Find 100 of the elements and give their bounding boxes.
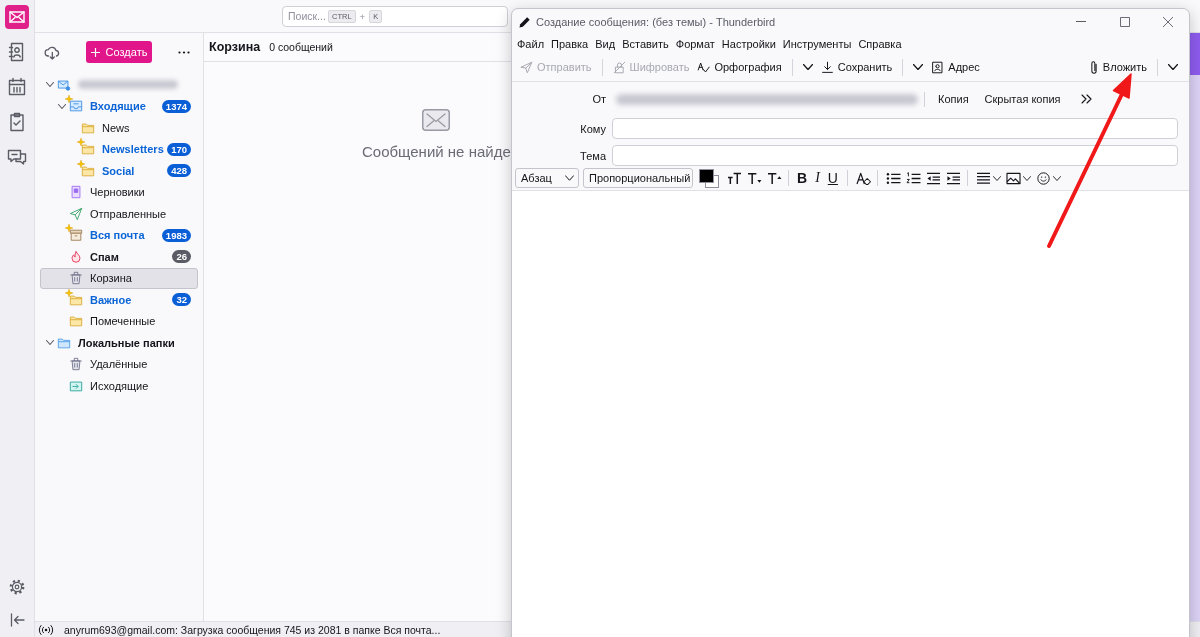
folder-icon (81, 142, 95, 157)
lock-icon (612, 60, 626, 74)
folder-item[interactable]: Исходящие (40, 375, 198, 397)
folder-item[interactable]: Спам 26 (40, 246, 198, 268)
folder-icon (57, 335, 71, 350)
folder-item[interactable]: Отправленные (40, 203, 198, 225)
outbox-icon (69, 378, 83, 393)
input-field[interactable] (612, 118, 1178, 139)
larger-text-icon[interactable] (767, 171, 782, 185)
image-icon[interactable] (1005, 171, 1021, 185)
menu-item[interactable]: Справка (858, 37, 902, 50)
recipient-type-button[interactable]: Копия (933, 93, 974, 105)
caret-icon (565, 175, 574, 181)
folder-title: Корзина (209, 40, 261, 54)
menu-item[interactable]: Формат (675, 37, 715, 50)
empty-state-text: Сообщений не найде (362, 143, 511, 160)
paragraph-format-select[interactable]: Абзац (515, 168, 579, 188)
folder-icon (69, 292, 83, 307)
italic-button[interactable]: I (812, 170, 823, 186)
input-field[interactable] (612, 145, 1178, 166)
emoji-icon[interactable] (1035, 171, 1051, 185)
radio-waves-icon (38, 624, 54, 635)
field-label: Кому (579, 122, 606, 135)
attach-button[interactable]: Вложить (1086, 56, 1151, 78)
bullet-list-icon[interactable] (885, 171, 901, 185)
unread-count-badge: 32 (172, 293, 191, 307)
unread-count-badge: 428 (167, 164, 191, 178)
menu-item[interactable]: Вид (595, 37, 616, 50)
new-message-button[interactable]: Создать (86, 41, 152, 63)
caret-icon[interactable] (1168, 64, 1178, 70)
align-icon[interactable] (975, 171, 991, 185)
folder-item[interactable]: Входящие 1374 (40, 95, 198, 117)
unread-count-badge: 1983 (161, 228, 191, 242)
shortcut-plus: + (359, 10, 366, 22)
folder-item[interactable]: Вся почта 1983 (40, 224, 198, 246)
folder-item[interactable]: Newsletters 170 (40, 138, 198, 160)
folder-item[interactable]: Черновики (40, 181, 198, 203)
caret-icon[interactable] (1052, 175, 1061, 181)
folder-item[interactable]: Корзина (40, 267, 198, 289)
address-book-icon (931, 60, 945, 74)
menu-item[interactable]: Настройки (721, 37, 776, 50)
send-icon (520, 60, 533, 74)
underline-button[interactable]: U (824, 170, 841, 186)
more-icon[interactable] (178, 50, 190, 54)
plus-icon (90, 47, 100, 57)
inbox-icon (69, 99, 83, 114)
paper-plane-icon (69, 206, 83, 221)
mail-account-icon (57, 77, 71, 92)
spell-check-icon (697, 60, 711, 74)
menu-item[interactable]: Правка (551, 37, 589, 50)
folder-item[interactable]: Social 428 (40, 160, 198, 182)
folder-icon (81, 163, 95, 178)
folder-icon (69, 314, 83, 329)
unread-count-badge: 1374 (161, 99, 191, 113)
paperclip-icon (1090, 60, 1097, 74)
status-text: anyrum693@gmail.com: Загрузка сообщения 745 из 2081 в папке Вся почта... (64, 623, 441, 636)
double-chevron-icon[interactable] (1080, 94, 1092, 104)
save-button[interactable]: Сохранить (816, 56, 897, 78)
recipient-type-button[interactable]: Скрытая копия (979, 93, 1066, 105)
indent-icon[interactable] (945, 171, 961, 185)
address-book-button[interactable]: Адрес (927, 56, 984, 78)
envelope-icon (422, 109, 451, 131)
download-icon (820, 60, 834, 74)
menu-item[interactable]: Вставить (622, 37, 669, 50)
smaller-text-icon[interactable] (747, 171, 762, 185)
folder-item[interactable]: Помеченные (40, 310, 198, 332)
outdent-icon[interactable] (925, 171, 941, 185)
text-size-icon[interactable] (727, 171, 742, 185)
unread-count-badge: 26 (172, 250, 191, 264)
folder-item[interactable]: Локальные папки (40, 332, 198, 354)
caret-icon[interactable] (913, 64, 924, 70)
collapse-sidebar-icon[interactable] (9, 613, 25, 627)
numbered-list-icon[interactable] (905, 171, 921, 185)
pencil-icon (519, 15, 531, 28)
flame-icon (69, 249, 83, 264)
message-count: 0 сообщений (269, 41, 333, 53)
field-label: От (591, 93, 606, 105)
color-swatch-icon[interactable] (699, 168, 719, 188)
trash-icon (69, 271, 83, 286)
folder-item[interactable]: Удалённые (40, 353, 198, 375)
caret-icon[interactable] (802, 64, 813, 70)
menu-item[interactable]: Файл (517, 37, 545, 50)
clear-formatting-icon[interactable] (855, 171, 871, 185)
field-label: Тема (579, 149, 606, 162)
close-icon[interactable] (1163, 16, 1173, 27)
mail-icon[interactable] (5, 5, 29, 29)
caret-icon[interactable] (992, 175, 1001, 181)
trash-icon (69, 357, 83, 372)
folder-item[interactable]: Важное 32 (40, 289, 198, 311)
spelling-button[interactable]: Орфография (693, 56, 786, 78)
maximize-icon[interactable] (1120, 16, 1130, 27)
unread-count-badge: 170 (167, 142, 191, 156)
box-icon (69, 228, 83, 243)
bold-button[interactable]: B (794, 170, 811, 186)
font-select[interactable]: Пропорциональный (583, 168, 693, 188)
settings-icon[interactable] (9, 579, 25, 595)
cloud-download-icon[interactable] (44, 44, 60, 60)
menu-item[interactable]: Инструменты (782, 37, 852, 50)
caret-icon[interactable] (1022, 175, 1031, 181)
folder-item[interactable]: News (40, 117, 198, 139)
